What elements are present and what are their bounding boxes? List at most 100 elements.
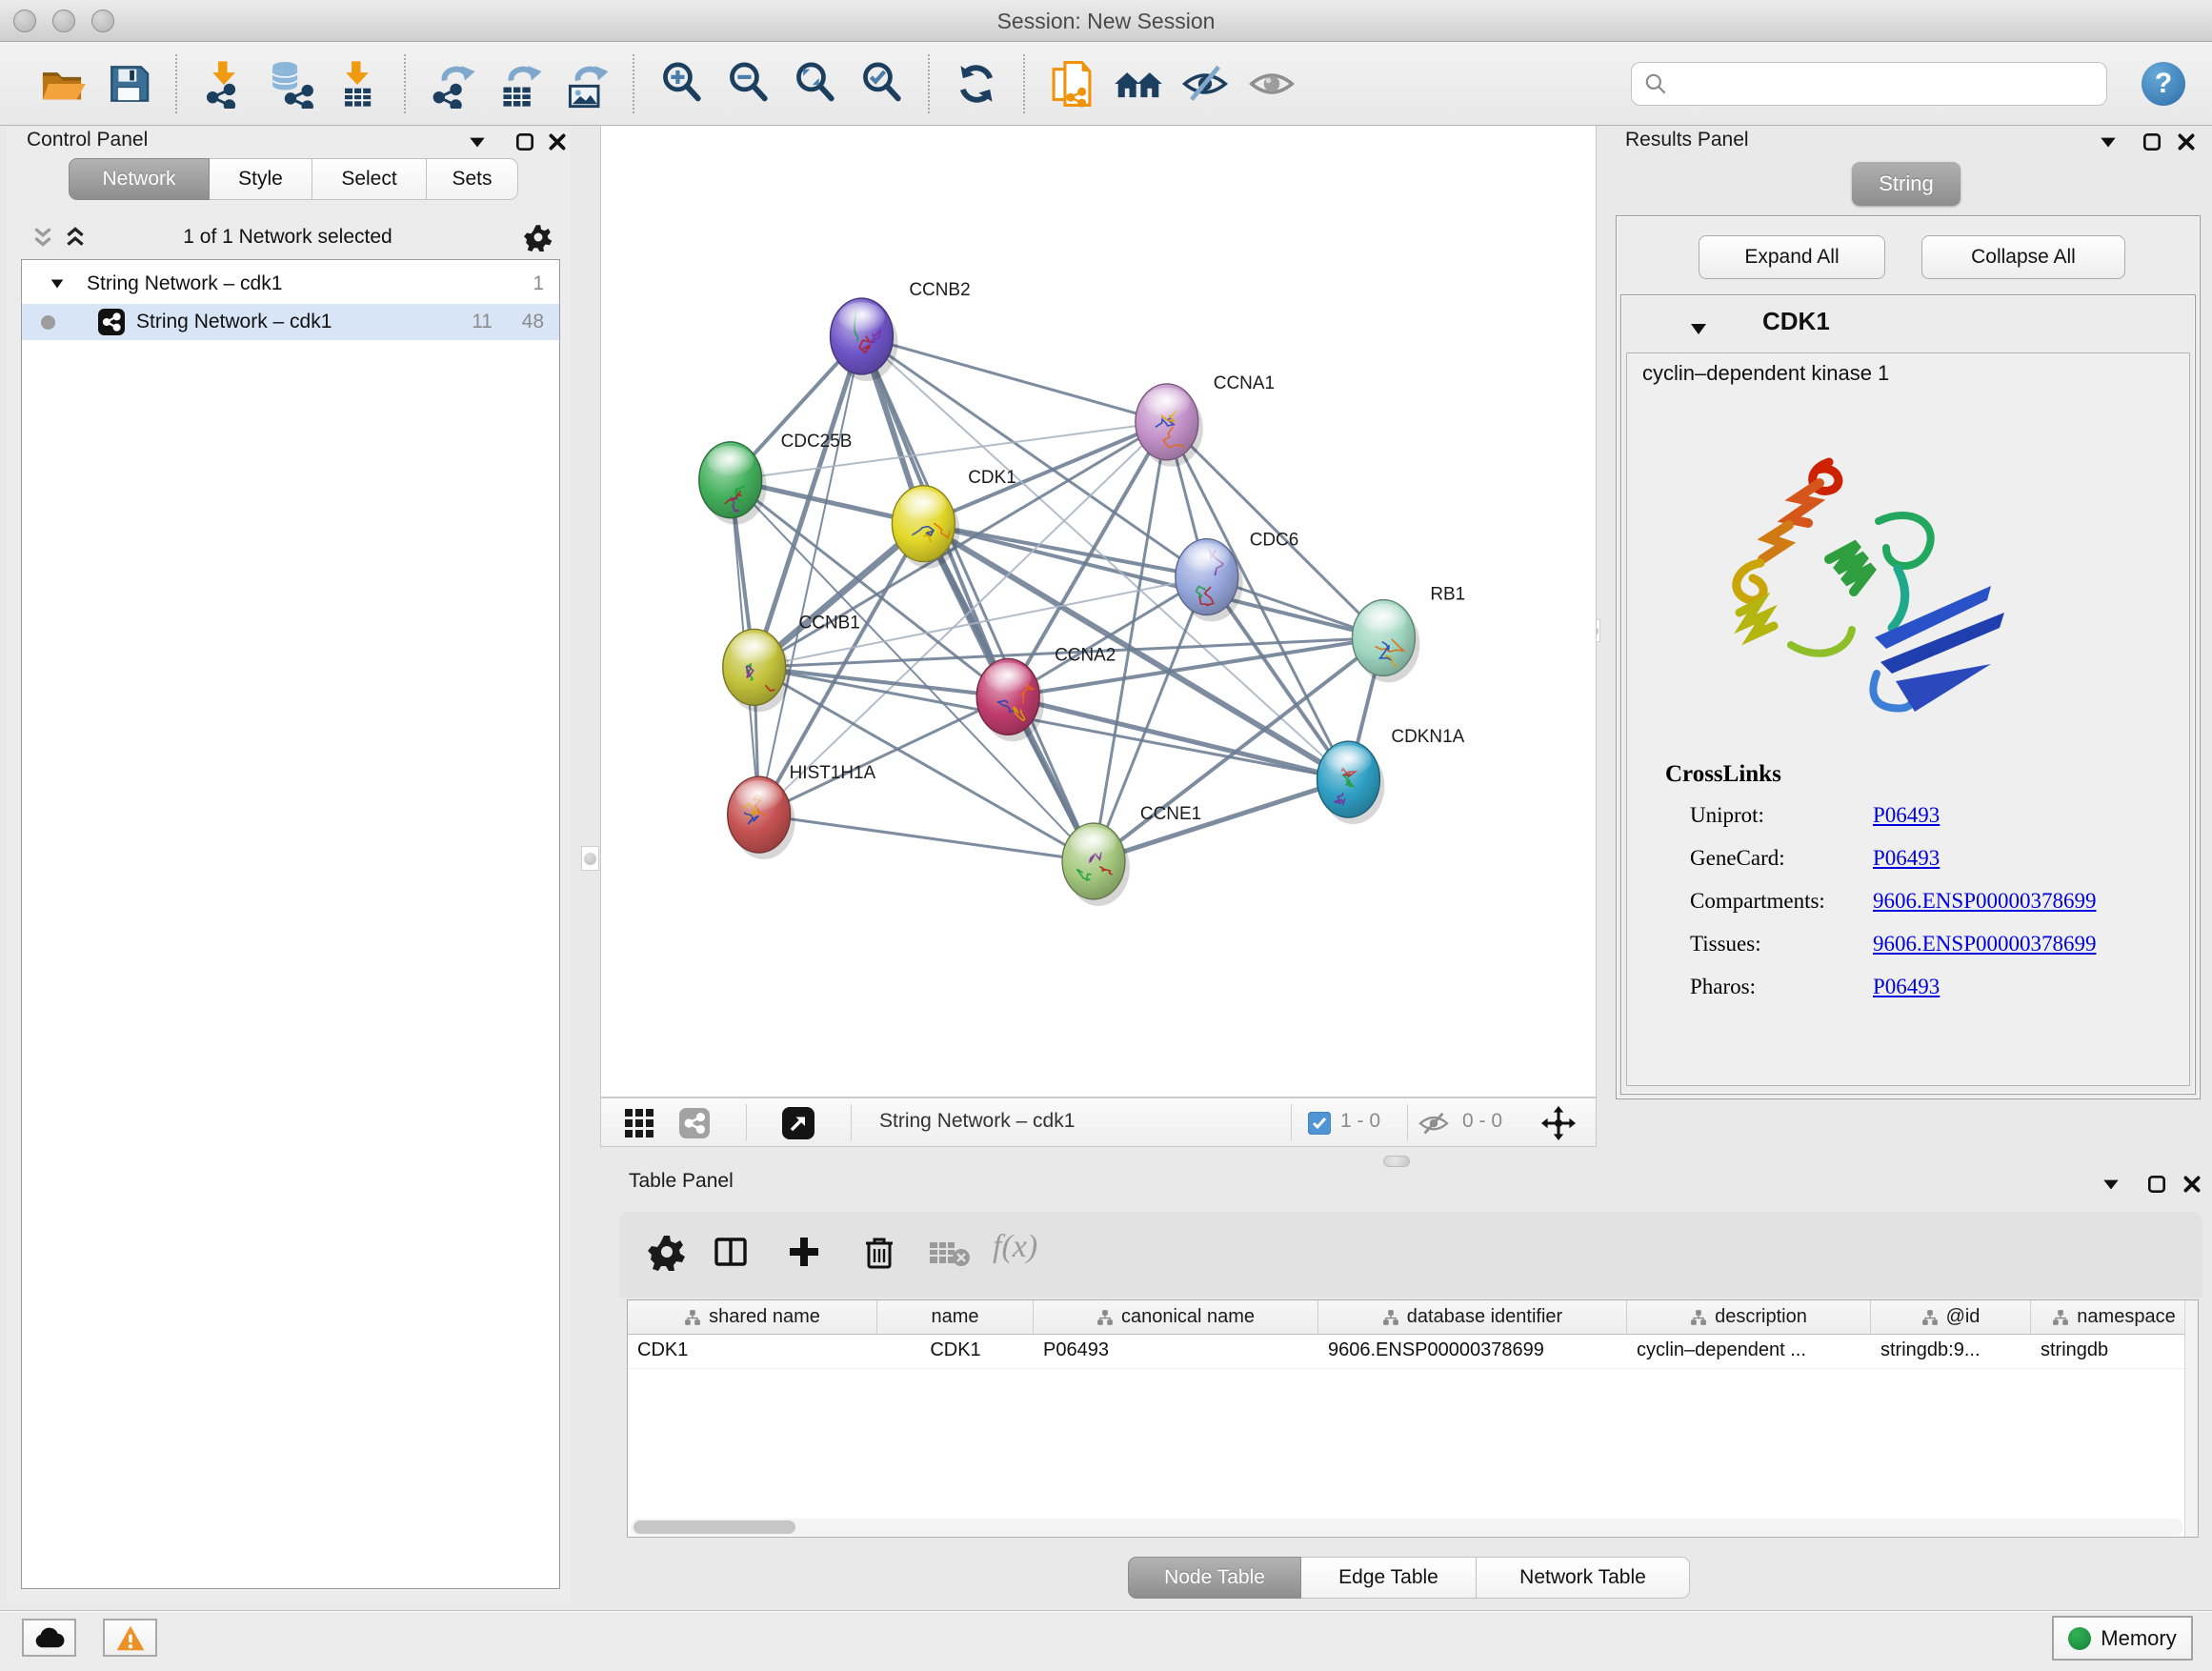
cell-name[interactable]: CDK1 [877, 1335, 1034, 1368]
selected-checkbox-icon[interactable] [1308, 1112, 1331, 1135]
import-database-button[interactable] [263, 56, 318, 111]
help-button[interactable]: ? [2142, 62, 2185, 106]
left-splitter-handle[interactable] [581, 846, 599, 871]
column-header-@id[interactable]: @id [1871, 1300, 2031, 1334]
cell-canonical-name[interactable]: P06493 [1034, 1335, 1318, 1368]
edge-CCNA2-HIST1H1A[interactable] [759, 696, 1008, 815]
tab-edge-table[interactable]: Edge Table [1301, 1557, 1477, 1599]
crosslink-link[interactable]: P06493 [1873, 975, 1940, 999]
column-header-canonical-name[interactable]: canonical name [1034, 1300, 1318, 1334]
tab-sets[interactable]: Sets [427, 158, 518, 200]
network-options-gear-icon[interactable] [524, 223, 553, 252]
column-header-name[interactable]: name [877, 1300, 1034, 1334]
import-network-button[interactable] [196, 56, 251, 111]
zoom-in-button[interactable] [654, 56, 709, 111]
grid-view-icon[interactable] [623, 1107, 655, 1139]
network-view-icon[interactable] [679, 1108, 710, 1138]
show-columns-icon[interactable] [712, 1233, 750, 1271]
warnings-button[interactable] [103, 1619, 157, 1657]
collection-disclosure-icon[interactable] [49, 275, 66, 292]
tab-string[interactable]: String [1852, 162, 1961, 206]
edge-CCNB2-HIST1H1A[interactable] [759, 336, 862, 815]
column-header-shared-name[interactable]: shared name [628, 1300, 877, 1334]
float-panel-icon[interactable] [2146, 1174, 2167, 1195]
node-CCNE1[interactable] [1062, 823, 1130, 906]
crosslink-link[interactable]: P06493 [1873, 846, 1940, 871]
float-panel-icon[interactable] [2142, 131, 2162, 152]
close-panel-icon[interactable] [2182, 1174, 2202, 1195]
panel-menu-icon[interactable] [467, 131, 488, 152]
node-CDC25B[interactable] [699, 442, 767, 525]
zoom-selected-button[interactable] [854, 56, 909, 111]
cell-description[interactable]: cyclin–dependent ... [1627, 1335, 1871, 1368]
table-row[interactable]: CDK1CDK1P064939606.ENSP00000378699cyclin… [628, 1335, 2198, 1369]
close-panel-icon[interactable] [547, 131, 568, 152]
float-panel-icon[interactable] [514, 131, 535, 152]
tab-select[interactable]: Select [312, 158, 427, 200]
node-table[interactable]: shared namenamecanonical namedatabase id… [627, 1299, 2199, 1538]
zoom-fit-button[interactable] [787, 56, 842, 111]
function-builder-icon[interactable]: f(x) [993, 1229, 1031, 1267]
memory-button[interactable]: Memory [2052, 1616, 2193, 1661]
clone-network-button[interactable] [1044, 56, 1099, 111]
titlebar: Session: New Session [0, 0, 2212, 42]
cell-shared-name[interactable]: CDK1 [628, 1335, 877, 1368]
node-CCNA1[interactable] [1136, 384, 1203, 467]
node-CCNA2[interactable] [976, 658, 1044, 741]
import-table-button[interactable] [330, 56, 385, 111]
tab-style[interactable]: Style [210, 158, 312, 200]
node-RB1[interactable] [1352, 600, 1419, 683]
crosslink-link[interactable]: 9606.ENSP00000378699 [1873, 932, 2097, 956]
network-row[interactable]: String Network – cdk1 11 48 [22, 304, 559, 340]
hide-selected-button[interactable] [1177, 56, 1233, 111]
node-CDK1[interactable] [892, 486, 964, 569]
network-collection-row[interactable]: String Network – cdk1 1 [22, 266, 559, 302]
network-canvas[interactable]: CCNB2 CCNA1 CDC25B CDK1 CDC6 RB1 CCNB1 C… [600, 126, 1597, 1097]
table-settings-gear-icon[interactable] [648, 1233, 686, 1271]
edge-CCNB2-CCNE1[interactable] [861, 336, 1094, 861]
crosslink-link[interactable]: P06493 [1873, 803, 1940, 828]
expand-all-button[interactable]: Expand All [1699, 235, 1885, 279]
cell-@id[interactable]: stringdb:9... [1871, 1335, 2031, 1368]
create-column-icon[interactable] [785, 1233, 823, 1271]
table-vertical-scrollbar[interactable] [2184, 1300, 2198, 1538]
export-table-button[interactable] [492, 56, 547, 111]
search-input[interactable] [1676, 72, 2095, 94]
column-header-database-identifier[interactable]: database identifier [1318, 1300, 1627, 1334]
cell-namespace[interactable]: stringdb [2031, 1335, 2198, 1368]
panel-menu-icon[interactable] [2098, 131, 2119, 152]
first-neighbors-button[interactable] [1111, 56, 1166, 111]
birds-eye-view-icon[interactable] [782, 1107, 814, 1139]
table-horizontal-scrollbar[interactable] [631, 1519, 2183, 1536]
cloud-button[interactable] [22, 1619, 76, 1657]
refresh-view-button[interactable] [949, 56, 1004, 111]
scrollbar-thumb[interactable] [633, 1520, 795, 1534]
export-image-button[interactable] [558, 56, 613, 111]
hidden-eye-slash-icon[interactable] [1418, 1111, 1449, 1137]
search-box[interactable] [1631, 62, 2107, 106]
delete-column-icon[interactable] [860, 1233, 898, 1271]
cell-database-identifier[interactable]: 9606.ENSP00000378699 [1318, 1335, 1627, 1368]
pan-move-icon[interactable] [1540, 1105, 1577, 1141]
tab-network-table[interactable]: Network Table [1477, 1557, 1690, 1599]
collapse-all-button[interactable]: Collapse All [1921, 235, 2125, 279]
export-network-button[interactable] [425, 56, 480, 111]
tab-network[interactable]: Network [69, 158, 210, 200]
column-header-namespace[interactable]: namespace [2031, 1300, 2198, 1334]
open-session-button[interactable] [34, 56, 90, 111]
edge-HIST1H1A-CCNE1[interactable] [759, 815, 1094, 861]
close-panel-icon[interactable] [2176, 131, 2197, 152]
first-neighbors-icon [1114, 59, 1163, 109]
panel-menu-icon[interactable] [2101, 1174, 2122, 1195]
crosslink-link[interactable]: 9606.ENSP00000378699 [1873, 889, 2097, 914]
gene-disclosure-icon[interactable] [1688, 318, 1709, 339]
column-header-description[interactable]: description [1627, 1300, 1871, 1334]
save-session-button[interactable] [101, 56, 156, 111]
zoom-out-button[interactable] [720, 56, 775, 111]
edge-CDKN1A-CCNE1[interactable] [1094, 779, 1348, 861]
show-all-button[interactable] [1244, 56, 1299, 111]
tab-node-table[interactable]: Node Table [1128, 1557, 1301, 1599]
node-CDKN1A[interactable] [1317, 741, 1385, 824]
delete-table-icon[interactable] [929, 1238, 971, 1267]
node-CCNB2[interactable] [831, 298, 898, 381]
